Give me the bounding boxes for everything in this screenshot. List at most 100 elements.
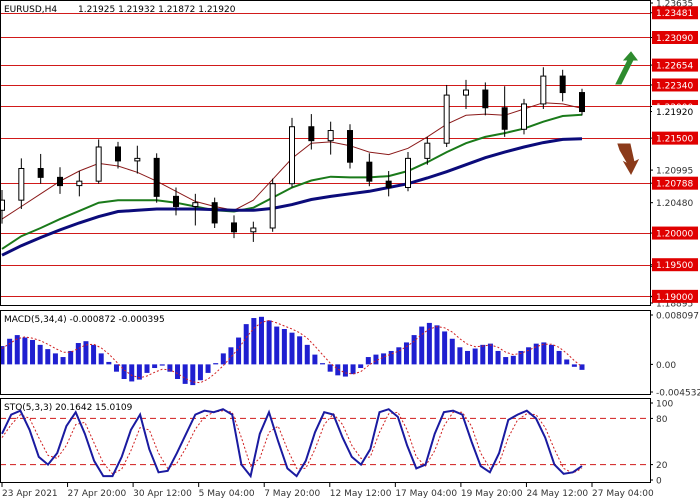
candle-body (231, 222, 237, 233)
macd-histogram (0, 316, 585, 386)
macd-bar (266, 320, 272, 365)
level-price-label: 1.23090 (656, 34, 693, 44)
candle-body (37, 168, 44, 178)
macd-bar (175, 364, 181, 380)
price-pane: 1.236351.234811.230901.226541.223401.220… (0, 0, 698, 310)
candle (134, 145, 141, 174)
macd-bar (541, 342, 547, 365)
macd-bar (495, 350, 501, 365)
stochastic-pane: 100 80 20 0 STO(5,3,3) 20.1642 15.0109 (0, 400, 673, 487)
candle (211, 197, 218, 228)
macd-bar (571, 364, 577, 367)
macd-bar (533, 343, 539, 365)
macd-bar (159, 364, 165, 366)
macd-bar (381, 353, 387, 365)
candle-body (405, 157, 411, 188)
candle-body (308, 126, 315, 142)
macd-bar (327, 364, 333, 372)
macd-bar (60, 357, 66, 365)
candle-body (153, 157, 160, 197)
macd-bar (487, 343, 493, 365)
candle-body (57, 176, 63, 187)
candle (405, 152, 411, 192)
stochastic-tick-label: 80 (656, 415, 668, 425)
candle (153, 153, 160, 203)
macd-bar (30, 339, 36, 365)
candle-body (501, 107, 508, 130)
macd-bar (152, 364, 158, 369)
macd-bar (243, 324, 249, 365)
macd-bar (472, 348, 478, 365)
time-tick-label: 24 May 12:00 (526, 489, 588, 499)
macd-bar (289, 332, 295, 365)
macd-bar (52, 353, 58, 365)
macd-bar (197, 364, 203, 381)
level-price-label: 1.23481 (656, 9, 693, 19)
macd-bar (457, 347, 463, 365)
chart-canvas: 1.236351.234811.230901.226541.223401.220… (0, 0, 700, 499)
macd-pane: 0.008097 0.00 -0.004532 MACD(5,34,4) -0.00… (0, 312, 700, 399)
candle (327, 121, 334, 155)
time-tick-label: 27 Apr 20:00 (68, 489, 127, 499)
arrow-down-shape (617, 143, 640, 176)
time-tick-label: 27 May 04:00 (592, 489, 654, 499)
time-axis: 23 Apr 2021 27 Apr 20:00 30 Apr 12:00 5 May… (1, 483, 654, 499)
macd-bar (434, 325, 440, 365)
candle-body (269, 183, 276, 229)
candle (37, 153, 44, 184)
trading-chart: 1.236351.234811.230901.226541.223401.220… (0, 0, 700, 500)
candle (463, 79, 469, 110)
candle (347, 124, 353, 169)
level-price-label: 1.19500 (656, 261, 693, 271)
macd-bar (258, 316, 264, 365)
stochastic-label: STO(5,3,3) 20.1642 15.0109 (4, 403, 133, 413)
macd-bar (419, 326, 425, 365)
time-tick-label: 23 Apr 2021 (2, 489, 58, 499)
macd-bar (304, 344, 310, 365)
level-price-label: 1.21500 (656, 135, 693, 145)
macd-bar (113, 364, 119, 372)
candle (76, 171, 83, 197)
candle-body (559, 75, 566, 94)
time-tick-label: 5 May 04:00 (199, 489, 255, 499)
macd-bar (274, 326, 280, 365)
candle-body (115, 146, 121, 162)
candle (57, 167, 63, 194)
macd-bar (297, 336, 303, 365)
candle (366, 153, 373, 187)
candle (250, 221, 257, 242)
macd-bar (365, 357, 371, 365)
macd-bar (121, 364, 127, 380)
candle (269, 178, 276, 232)
candle-body (18, 168, 25, 201)
stochastic-tick-label: 100 (656, 400, 673, 410)
macd-bar (312, 354, 318, 365)
level-price-label: 1.22340 (656, 81, 693, 91)
time-tick-label: 17 May 04:00 (395, 489, 457, 499)
macd-tick-label: 0.008097 (656, 312, 699, 322)
symbol-label: EURUSD,H4 (4, 5, 57, 15)
macd-bar (37, 344, 43, 365)
candle-body (289, 126, 295, 185)
macd-bar (91, 344, 97, 365)
candle (521, 98, 527, 135)
stochastic-main-line (1, 408, 583, 479)
macd-bar (480, 344, 486, 365)
candle (579, 88, 585, 116)
candle (95, 139, 102, 184)
candle-body (76, 180, 83, 187)
macd-bar (167, 364, 173, 372)
arrow-down-icon (617, 143, 640, 176)
arrow-up-icon (615, 51, 638, 85)
candle-body (173, 195, 179, 207)
macd-label: MACD(5,34,4) -0.000872 -0.000395 (4, 315, 165, 325)
candle (540, 67, 547, 110)
macd-axis: 0.008097 0.00 -0.004532 (650, 312, 700, 399)
candle-body (443, 94, 450, 144)
macd-bar (510, 355, 516, 365)
candle-body (192, 202, 199, 207)
macd-bar (281, 329, 287, 365)
candle-body (385, 180, 392, 188)
candle (559, 69, 566, 102)
candle-body (347, 130, 353, 163)
